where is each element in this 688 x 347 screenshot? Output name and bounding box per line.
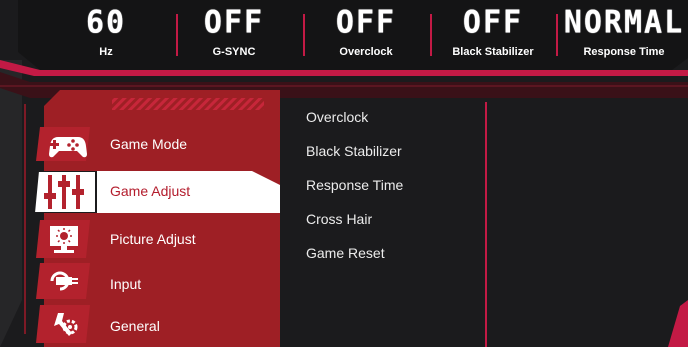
submenu-item-game-reset[interactable]: Game Reset xyxy=(306,245,385,261)
gamepad-icon xyxy=(36,127,90,161)
menu-item-picture-adjust[interactable]: Picture Adjust xyxy=(0,220,280,258)
status-label: Black Stabilizer xyxy=(452,46,534,58)
menu-item-label: General xyxy=(110,318,160,334)
menu-item-label: Game Mode xyxy=(110,136,188,152)
status-label: Response Time xyxy=(583,46,665,58)
status-separator xyxy=(303,14,305,56)
menu-item-game-adjust[interactable]: Game Adjust xyxy=(0,171,280,213)
status-value: 60 xyxy=(85,4,127,41)
submenu-item-black-stabilizer[interactable]: Black Stabilizer xyxy=(306,143,402,159)
status-label: G-SYNC xyxy=(212,46,256,58)
black-stabilizer-status: OFF Black Stabilizer xyxy=(433,4,553,58)
menu-item-game-mode[interactable]: Game Mode xyxy=(0,125,280,163)
submenu-item-overclock[interactable]: Overclock xyxy=(306,109,368,125)
refresh-rate-status: 60 Hz xyxy=(46,4,166,58)
overclock-status: OFF Overclock xyxy=(306,4,426,58)
status-bar: 60 Hz OFF G-SYNC OFF Overclock OFF Black… xyxy=(0,0,688,80)
status-label: Hz xyxy=(99,46,113,58)
gsync-status: OFF G-SYNC xyxy=(174,4,294,58)
monitor-brightness-icon xyxy=(36,220,90,258)
submenu-item-response-time[interactable]: Response Time xyxy=(306,177,403,193)
sliders-icon xyxy=(44,175,84,209)
menu-item-label: Game Adjust xyxy=(110,183,191,199)
menu-item-general[interactable]: General xyxy=(0,305,280,343)
submenu-item-cross-hair[interactable]: Cross Hair xyxy=(306,211,372,227)
menu-item-label: Input xyxy=(110,276,142,292)
response-time-status: NORMAL Response Time xyxy=(560,4,688,58)
status-value: OFF xyxy=(203,4,265,41)
general-settings-icon xyxy=(36,305,90,343)
status-value: OFF xyxy=(462,4,524,41)
status-value: NORMAL xyxy=(563,4,685,41)
menu-item-label: Picture Adjust xyxy=(110,231,196,247)
input-plug-icon xyxy=(36,263,90,299)
status-label: Overclock xyxy=(339,46,393,58)
status-separator xyxy=(556,14,558,56)
status-value: OFF xyxy=(335,4,397,41)
status-separator xyxy=(430,14,432,56)
menu-item-input[interactable]: Input xyxy=(0,263,280,301)
